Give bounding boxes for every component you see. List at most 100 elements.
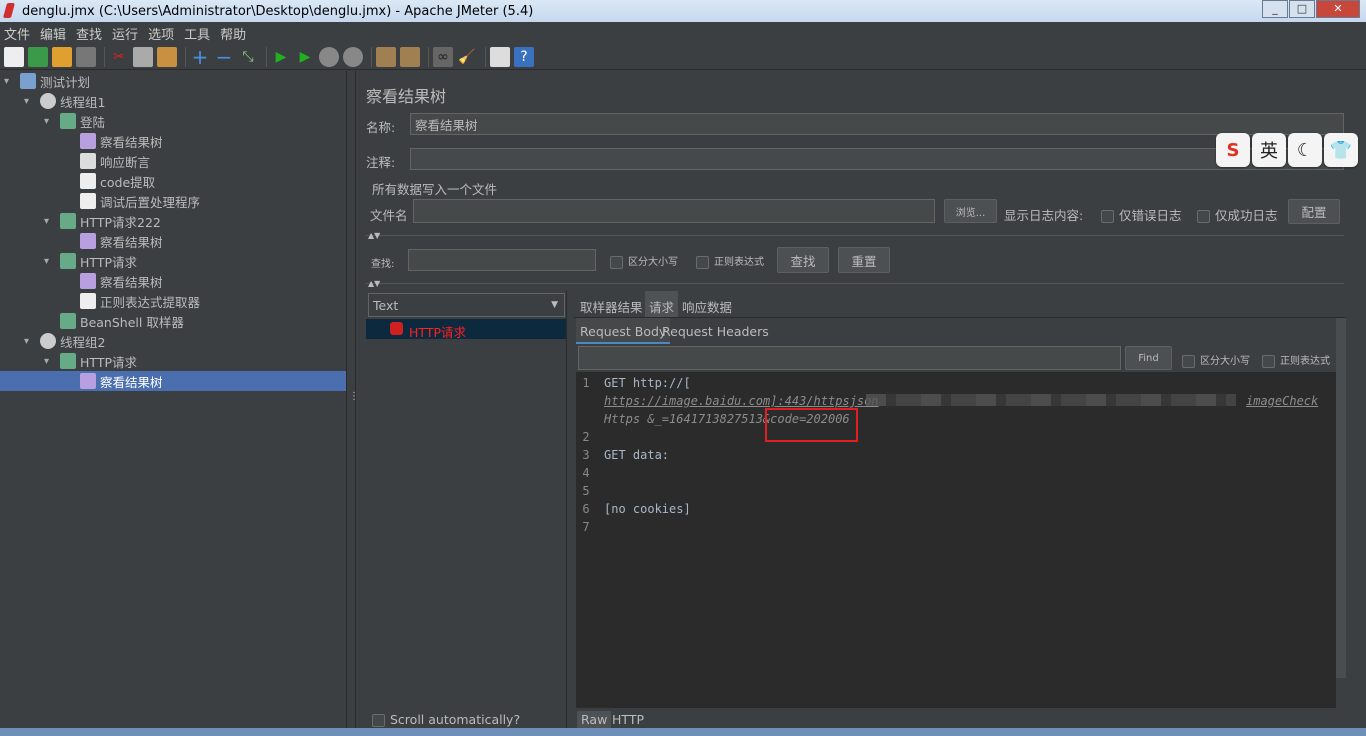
open-icon[interactable]: [52, 46, 72, 67]
success-only-checkbox[interactable]: 仅成功日志: [1197, 205, 1278, 224]
menu-run[interactable]: 运行: [112, 24, 138, 43]
name-input[interactable]: 察看结果树: [410, 113, 1344, 135]
reset-search-icon[interactable]: 🧹: [457, 47, 477, 67]
success-only-label: 仅成功日志: [1215, 208, 1278, 223]
tree-node[interactable]: 察看结果树: [76, 231, 163, 251]
minimize-button[interactable]: _: [1262, 0, 1288, 18]
collapse-arrows[interactable]: ▲▼: [368, 279, 380, 288]
regex-checkbox[interactable]: 正则表达式: [696, 253, 764, 269]
clear-icon[interactable]: [376, 46, 396, 67]
find-case-checkbox[interactable]: 区分大小写: [1182, 352, 1250, 368]
code-line: https://image.baidu.com]:443/httpsjson: [604, 394, 879, 408]
start-no-pause-icon[interactable]: ▶: [295, 47, 315, 67]
tree-node[interactable]: BeanShell 取样器: [56, 311, 184, 331]
tree-label: 调试后置处理程序: [100, 194, 201, 210]
tree-node[interactable]: ▾ 线程组2: [24, 331, 105, 351]
request-body-editor[interactable]: 1 GET http://[ https://image.baidu.com]:…: [576, 372, 1336, 708]
tree-label: code提取: [100, 174, 156, 190]
browse-button[interactable]: 浏览...: [944, 199, 997, 223]
results-tree-panel: 察看结果树 名称: 察看结果树 注释: 所有数据写入一个文件 文件名 浏览...…: [356, 71, 1366, 729]
line-number: 1: [582, 376, 590, 390]
subtab-request-headers[interactable]: Request Headers: [662, 324, 769, 339]
toggle-icon[interactable]: ⤡: [238, 47, 258, 67]
result-item[interactable]: HTTP请求: [366, 319, 566, 340]
case-sensitive-checkbox[interactable]: 区分大小写: [610, 253, 678, 269]
stop-icon[interactable]: [319, 46, 339, 67]
renderer-value: Text: [373, 297, 399, 313]
tree-node[interactable]: 察看结果树: [76, 271, 163, 291]
renderer-select[interactable]: Text ▼: [368, 293, 565, 317]
tab-response-data[interactable]: 响应数据: [682, 297, 732, 316]
templates-icon[interactable]: [28, 46, 48, 67]
cut-icon[interactable]: ✂: [109, 47, 129, 67]
find-button[interactable]: Find: [1125, 346, 1172, 370]
tree-node[interactable]: ▾ HTTP请求: [44, 251, 137, 271]
tree-node[interactable]: ▾ 线程组1: [24, 91, 105, 111]
menu-edit[interactable]: 编辑: [40, 24, 66, 43]
find-regex-checkbox[interactable]: 正则表达式: [1262, 352, 1330, 368]
close-button[interactable]: ✕: [1316, 0, 1360, 18]
tree-node[interactable]: ▾ HTTP请求: [44, 351, 137, 371]
errors-only-checkbox[interactable]: 仅错误日志: [1101, 205, 1182, 224]
vertical-scrollbar[interactable]: [1336, 318, 1346, 678]
scroll-auto-checkbox[interactable]: Scroll automatically?: [372, 712, 520, 727]
ime-skin-icon[interactable]: 👕: [1324, 133, 1358, 167]
line-number: 2: [582, 430, 590, 444]
collapse-icon[interactable]: −: [214, 45, 234, 69]
listener-icon: [80, 273, 96, 289]
function-helper-icon[interactable]: [490, 46, 510, 67]
tab-http[interactable]: HTTP: [612, 712, 644, 727]
tree-node-selected[interactable]: 察看结果树: [76, 371, 163, 391]
tab-raw[interactable]: Raw: [577, 711, 612, 729]
help-icon[interactable]: ?: [514, 46, 534, 67]
taskbar: [0, 728, 1366, 736]
configure-button[interactable]: 配置: [1288, 199, 1340, 224]
search-icon[interactable]: ∞: [433, 46, 453, 67]
search-input[interactable]: [408, 249, 596, 271]
maximize-button[interactable]: □: [1289, 0, 1315, 18]
menu-search[interactable]: 查找: [76, 24, 102, 43]
tab-sampler-result[interactable]: 取样器结果: [580, 297, 643, 316]
menu-help[interactable]: 帮助: [220, 24, 246, 43]
title-bar: denglu.jmx (C:\Users\Administrator\Deskt…: [0, 0, 1366, 22]
ime-english-button[interactable]: 英: [1252, 133, 1286, 167]
subtab-request-body[interactable]: Request Body: [576, 318, 671, 344]
collapse-arrows[interactable]: ▲▼: [368, 231, 380, 240]
save-icon[interactable]: [76, 46, 96, 67]
tree-label: 察看结果树: [100, 134, 163, 150]
tree-selection: [0, 371, 346, 391]
tree-node[interactable]: ▾ 登陆: [44, 111, 105, 131]
copy-icon[interactable]: [133, 46, 153, 67]
new-icon[interactable]: [4, 46, 24, 67]
line-number: 3: [582, 448, 590, 462]
tree-node[interactable]: 察看结果树: [76, 131, 163, 151]
tree-node[interactable]: ▾ HTTP请求222: [44, 211, 161, 231]
menu-file[interactable]: 文件: [4, 24, 30, 43]
search-button[interactable]: 查找: [777, 247, 829, 273]
comment-input[interactable]: [410, 148, 1344, 170]
tree-label: 正则表达式提取器: [100, 294, 201, 310]
reset-button[interactable]: 重置: [838, 247, 890, 273]
splitter[interactable]: ⋮: [346, 71, 359, 728]
redacted-area: [866, 394, 1236, 406]
ime-night-icon[interactable]: ☾: [1288, 133, 1322, 167]
tree-node[interactable]: ▾ 测试计划: [4, 71, 90, 91]
pipette-icon: [60, 253, 76, 269]
clear-all-icon[interactable]: [400, 46, 420, 67]
shutdown-icon[interactable]: [343, 46, 363, 67]
gear-icon: [40, 93, 56, 109]
menu-tools[interactable]: 工具: [184, 24, 210, 43]
tree-node[interactable]: 正则表达式提取器: [76, 291, 200, 311]
paste-icon[interactable]: [157, 46, 177, 67]
start-icon[interactable]: ▶: [271, 47, 291, 67]
log-label: 显示日志内容:: [1004, 208, 1084, 223]
tree-node[interactable]: 调试后置处理程序: [76, 191, 200, 211]
tab-request[interactable]: 请求: [645, 291, 679, 317]
expand-icon[interactable]: +: [190, 45, 210, 69]
tree-node[interactable]: 响应断言: [76, 151, 150, 171]
find-input[interactable]: [578, 346, 1121, 370]
menu-options[interactable]: 选项: [148, 24, 174, 43]
tree-node[interactable]: code提取: [76, 171, 155, 191]
filename-input[interactable]: [413, 199, 935, 223]
ime-sogou-icon[interactable]: S: [1216, 133, 1250, 167]
